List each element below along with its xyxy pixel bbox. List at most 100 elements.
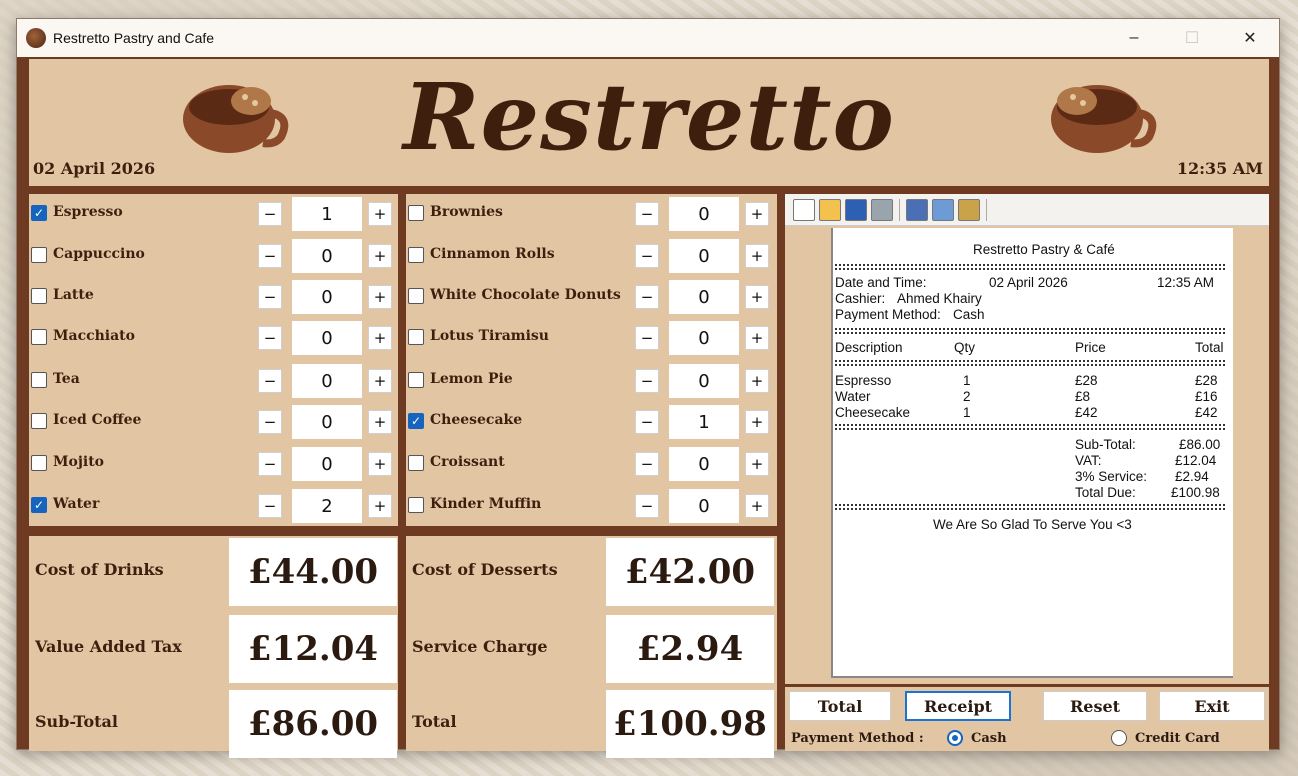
exit-button[interactable]: Exit [1159, 691, 1265, 721]
increase-qty-button[interactable]: + [745, 494, 769, 518]
item-label[interactable]: Kinder Muffin [430, 496, 541, 512]
item-checkbox[interactable] [31, 497, 47, 513]
item-label[interactable]: Espresso [53, 204, 123, 220]
credit-card-radio[interactable] [1111, 730, 1127, 746]
qty-input[interactable]: 0 [669, 447, 739, 481]
decrease-qty-button[interactable]: − [635, 202, 659, 226]
increase-qty-button[interactable]: + [745, 202, 769, 226]
item-label[interactable]: Iced Coffee [53, 412, 141, 428]
item-checkbox[interactable] [31, 372, 47, 388]
header-time: 12:35 AM [1176, 159, 1263, 178]
decrease-qty-button[interactable]: − [258, 202, 282, 226]
close-button[interactable]: ✕ [1221, 19, 1279, 57]
increase-qty-button[interactable]: + [368, 452, 392, 476]
item-checkbox[interactable] [408, 455, 424, 471]
qty-input[interactable]: 1 [669, 405, 739, 439]
item-checkbox[interactable] [31, 288, 47, 304]
paste-icon[interactable] [958, 198, 980, 221]
decrease-qty-button[interactable]: − [258, 326, 282, 350]
item-label[interactable]: Mojito [53, 454, 104, 470]
receipt-textbox[interactable]: Restretto Pastry & Café Date and Time: 0… [831, 228, 1233, 678]
qty-input[interactable]: 0 [292, 321, 362, 355]
qty-input[interactable]: 0 [669, 364, 739, 398]
increase-qty-button[interactable]: + [368, 410, 392, 434]
qty-input[interactable]: 0 [292, 239, 362, 273]
decrease-qty-button[interactable]: − [635, 244, 659, 268]
decrease-qty-button[interactable]: − [635, 494, 659, 518]
increase-qty-button[interactable]: + [368, 494, 392, 518]
minimize-button[interactable]: – [1105, 19, 1163, 57]
item-label[interactable]: Cinnamon Rolls [430, 246, 555, 262]
item-checkbox[interactable] [31, 329, 47, 345]
increase-qty-button[interactable]: + [368, 285, 392, 309]
increase-qty-button[interactable]: + [745, 326, 769, 350]
item-label[interactable]: Latte [53, 287, 94, 303]
receipt-button[interactable]: Receipt [905, 691, 1011, 721]
increase-qty-button[interactable]: + [368, 202, 392, 226]
decrease-qty-button[interactable]: − [635, 410, 659, 434]
item-label[interactable]: Water [53, 496, 99, 512]
open-icon[interactable] [819, 198, 841, 221]
decrease-qty-button[interactable]: − [258, 410, 282, 434]
item-checkbox[interactable] [408, 205, 424, 221]
item-label[interactable]: Lotus Tiramisu [430, 328, 549, 344]
increase-qty-button[interactable]: + [745, 452, 769, 476]
decrease-qty-button[interactable]: − [258, 285, 282, 309]
item-label[interactable]: Tea [53, 371, 80, 387]
item-label[interactable]: Croissant [430, 454, 505, 470]
qty-input[interactable]: 2 [292, 489, 362, 523]
item-checkbox[interactable] [408, 497, 424, 513]
item-checkbox[interactable] [408, 413, 424, 429]
increase-qty-button[interactable]: + [368, 326, 392, 350]
item-checkbox[interactable] [408, 329, 424, 345]
decrease-qty-button[interactable]: − [258, 452, 282, 476]
item-label[interactable]: Brownies [430, 204, 503, 220]
item-label[interactable]: Cheesecake [430, 412, 522, 428]
increase-qty-button[interactable]: + [745, 244, 769, 268]
item-checkbox[interactable] [408, 247, 424, 263]
qty-input[interactable]: 0 [669, 280, 739, 314]
qty-input[interactable]: 1 [292, 197, 362, 231]
reset-button[interactable]: Reset [1043, 691, 1147, 721]
new-icon[interactable] [793, 198, 815, 221]
print-icon[interactable] [871, 198, 893, 221]
item-checkbox[interactable] [31, 247, 47, 263]
cash-radio-label[interactable]: Cash [971, 731, 1007, 746]
item-label[interactable]: White Chocolate Donuts [430, 287, 621, 303]
decrease-qty-button[interactable]: − [635, 452, 659, 476]
increase-qty-button[interactable]: + [745, 369, 769, 393]
item-checkbox[interactable] [408, 288, 424, 304]
qty-input[interactable]: 0 [292, 364, 362, 398]
qty-input[interactable]: 0 [292, 280, 362, 314]
increase-qty-button[interactable]: + [368, 369, 392, 393]
item-label[interactable]: Macchiato [53, 328, 135, 344]
item-checkbox[interactable] [31, 413, 47, 429]
copy-icon[interactable] [932, 198, 954, 221]
increase-qty-button[interactable]: + [368, 244, 392, 268]
item-checkbox[interactable] [31, 205, 47, 221]
item-label[interactable]: Cappuccino [53, 246, 145, 262]
decrease-qty-button[interactable]: − [635, 369, 659, 393]
total-button[interactable]: Total [789, 691, 891, 721]
menu-item-row: Cheesecake −1+ [406, 404, 777, 440]
cut-icon[interactable] [906, 198, 928, 221]
decrease-qty-button[interactable]: − [258, 494, 282, 518]
qty-input[interactable]: 0 [669, 197, 739, 231]
qty-input[interactable]: 0 [669, 239, 739, 273]
decrease-qty-button[interactable]: − [258, 244, 282, 268]
save-icon[interactable] [845, 198, 867, 221]
item-checkbox[interactable] [31, 455, 47, 471]
increase-qty-button[interactable]: + [745, 285, 769, 309]
decrease-qty-button[interactable]: − [635, 326, 659, 350]
increase-qty-button[interactable]: + [745, 410, 769, 434]
qty-input[interactable]: 0 [292, 447, 362, 481]
cash-radio[interactable] [947, 730, 963, 746]
item-checkbox[interactable] [408, 372, 424, 388]
decrease-qty-button[interactable]: − [258, 369, 282, 393]
decrease-qty-button[interactable]: − [635, 285, 659, 309]
credit-card-radio-label[interactable]: Credit Card [1135, 731, 1220, 746]
item-label[interactable]: Lemon Pie [430, 371, 513, 387]
qty-input[interactable]: 0 [669, 489, 739, 523]
qty-input[interactable]: 0 [292, 405, 362, 439]
qty-input[interactable]: 0 [669, 321, 739, 355]
